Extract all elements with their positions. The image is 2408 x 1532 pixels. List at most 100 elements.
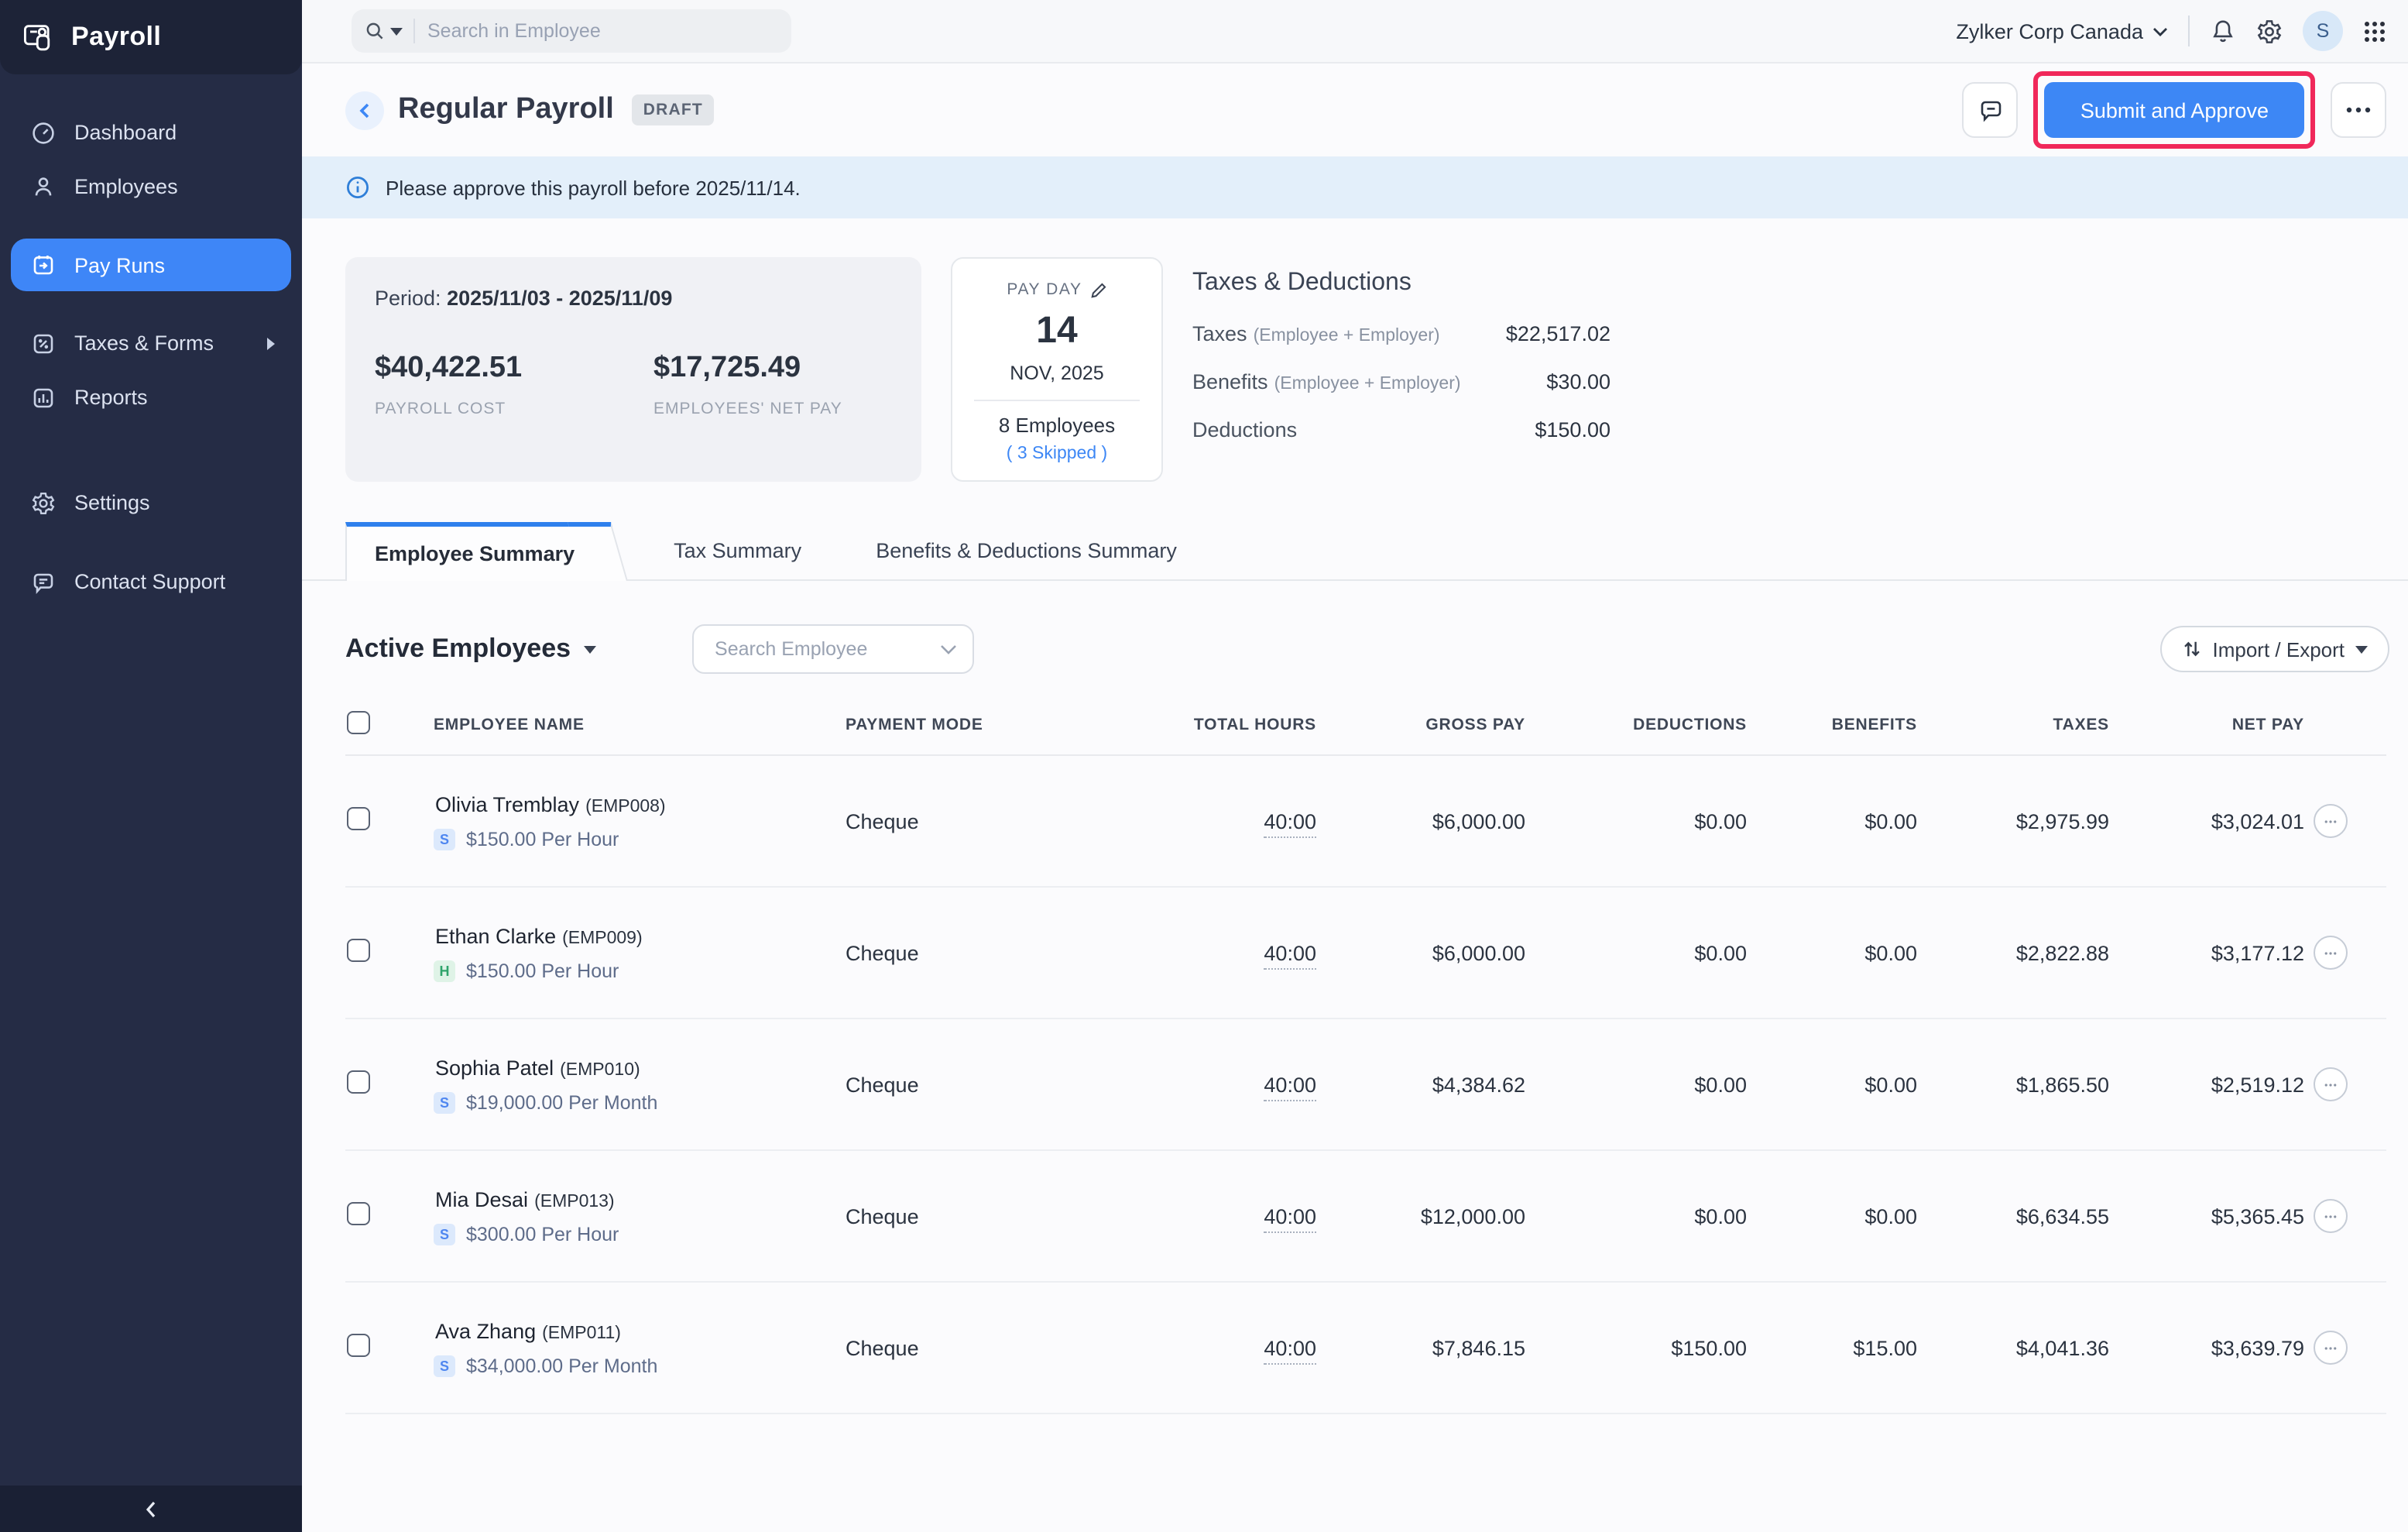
col-benefits: BENEFITS bbox=[1755, 696, 1925, 755]
search-scope-caret-icon[interactable] bbox=[390, 27, 403, 35]
row-checkbox[interactable] bbox=[347, 807, 370, 830]
employee-name[interactable]: Ethan Clarke(EMP009) bbox=[409, 924, 793, 947]
reports-icon bbox=[31, 385, 56, 410]
tab-employee-summary[interactable]: Employee Summary bbox=[345, 522, 596, 581]
gross-pay-cell: $4,384.62 bbox=[1324, 1018, 1533, 1150]
sidebar-item-settings[interactable]: Settings bbox=[0, 476, 302, 530]
gross-pay-cell: $7,846.15 bbox=[1324, 1282, 1533, 1413]
total-hours-link[interactable]: 40:00 bbox=[1264, 941, 1316, 969]
tab-benefits-deductions-summary[interactable]: Benefits & Deductions Summary bbox=[839, 522, 1214, 579]
payment-mode-cell: Cheque bbox=[794, 1282, 1011, 1413]
comments-button[interactable] bbox=[1963, 82, 2019, 138]
table-row: Ethan Clarke(EMP009) H $150.00 Per Hour … bbox=[345, 887, 2386, 1018]
sidebar-item-reports[interactable]: Reports bbox=[0, 370, 302, 424]
payment-mode-cell: Cheque bbox=[794, 887, 1011, 1018]
main-area: Search in Employee Zylker Corp Canada bbox=[302, 0, 2408, 1532]
employee-name[interactable]: Mia Desai(EMP013) bbox=[409, 1187, 793, 1211]
total-hours-link[interactable]: 40:00 bbox=[1264, 1336, 1316, 1364]
employee-code: (EMP009) bbox=[562, 929, 643, 947]
payroll-cost-value: $40,422.51 bbox=[375, 352, 653, 386]
row-menu-button[interactable] bbox=[2314, 1067, 2348, 1101]
filter-caret-icon bbox=[583, 645, 595, 653]
pay-type-badge: S bbox=[434, 1223, 455, 1245]
annotation-highlight-box: Submit and Approve bbox=[2034, 71, 2315, 149]
global-search-input[interactable]: Search in Employee bbox=[352, 9, 791, 53]
payment-mode-cell: Cheque bbox=[794, 1018, 1011, 1150]
pay-rate-line: S $34,000.00 Per Month bbox=[409, 1355, 793, 1376]
approval-banner: Please approve this payroll before 2025/… bbox=[302, 156, 2408, 218]
table-row: Mia Desai(EMP013) S $300.00 Per Hour Che… bbox=[345, 1150, 2386, 1282]
taxes-deductions-block: Taxes & Deductions Taxes (Employee + Emp… bbox=[1192, 257, 1610, 482]
select-chevron-icon bbox=[939, 644, 956, 654]
col-gross-pay: GROSS PAY bbox=[1324, 696, 1533, 755]
pay-rate: $34,000.00 Per Month bbox=[466, 1355, 657, 1376]
list-controls: Active Employees Search Employee bbox=[345, 624, 2389, 674]
row-checkbox[interactable] bbox=[347, 1070, 370, 1094]
employee-name[interactable]: Olivia Tremblay(EMP008) bbox=[409, 792, 793, 816]
deductions-cell: $0.00 bbox=[1533, 1018, 1755, 1150]
skipped-employees-link[interactable]: ( 3 Skipped ) bbox=[952, 445, 1161, 463]
pay-type-badge: S bbox=[434, 828, 455, 850]
payday-divider bbox=[974, 400, 1140, 401]
import-export-caret-icon bbox=[2355, 645, 2368, 653]
select-all-checkbox[interactable] bbox=[347, 711, 370, 734]
net-pay-cell: $3,024.01 bbox=[2117, 755, 2312, 887]
employee-name[interactable]: Sophia Patel(EMP010) bbox=[409, 1056, 793, 1079]
app-grid-icon[interactable] bbox=[2363, 19, 2386, 43]
net-pay-value: $17,725.49 bbox=[653, 352, 932, 386]
taxes-cell: $2,975.99 bbox=[1925, 755, 2117, 887]
pay-rate-line: S $300.00 Per Hour bbox=[409, 1223, 793, 1245]
search-employee-select[interactable]: Search Employee bbox=[691, 624, 973, 674]
content: Period: 2025/11/03 - 2025/11/09 $40,422.… bbox=[302, 218, 2408, 1532]
total-hours-link[interactable]: 40:00 bbox=[1264, 1204, 1316, 1232]
row-checkbox[interactable] bbox=[347, 1334, 370, 1357]
total-hours-link[interactable]: 40:00 bbox=[1264, 1073, 1316, 1101]
employee-code: (EMP008) bbox=[585, 797, 666, 816]
sidebar-item-employees[interactable]: Employees bbox=[0, 160, 302, 214]
back-button[interactable] bbox=[345, 91, 384, 129]
sidebar-item-dashboard[interactable]: Dashboard bbox=[0, 105, 302, 160]
user-avatar[interactable]: S bbox=[2303, 11, 2343, 51]
pay-runs-icon bbox=[31, 252, 56, 277]
edit-pencil-icon[interactable] bbox=[1090, 281, 1107, 298]
info-icon bbox=[345, 175, 370, 200]
sidebar-item-taxes-forms[interactable]: Taxes & Forms bbox=[0, 316, 302, 370]
sidebar-collapse-button[interactable] bbox=[0, 1486, 302, 1532]
total-hours-link[interactable]: 40:00 bbox=[1264, 809, 1316, 837]
tab-tax-summary[interactable]: Tax Summary bbox=[636, 522, 839, 579]
net-pay-cell: $5,365.45 bbox=[2117, 1150, 2312, 1282]
org-switcher[interactable]: Zylker Corp Canada bbox=[1956, 19, 2168, 43]
summary-tabs: Employee Summary Tax Summary Benefits & … bbox=[302, 522, 2408, 581]
employee-table-body: Olivia Tremblay(EMP008) S $150.00 Per Ho… bbox=[345, 755, 2386, 1413]
topbar-right-cluster: Zylker Corp Canada S bbox=[1956, 11, 2408, 51]
net-pay-label: EMPLOYEES' NET PAY bbox=[653, 400, 932, 418]
employees-icon bbox=[31, 174, 56, 199]
row-menu-button[interactable] bbox=[2314, 936, 2348, 970]
taxes-cell: $4,041.36 bbox=[1925, 1282, 2117, 1413]
col-net-pay: NET PAY bbox=[2117, 696, 2312, 755]
settings-gear-topbar-icon[interactable] bbox=[2256, 18, 2283, 44]
employee-filter-dropdown[interactable]: Active Employees bbox=[345, 634, 595, 665]
row-checkbox[interactable] bbox=[347, 1202, 370, 1225]
page-title: Regular Payroll bbox=[398, 93, 614, 127]
payroll-cost-label: PAYROLL COST bbox=[375, 400, 653, 418]
submit-and-approve-button[interactable]: Submit and Approve bbox=[2045, 82, 2304, 138]
benefits-cell: $15.00 bbox=[1755, 1282, 1925, 1413]
benefits-cell: $0.00 bbox=[1755, 1018, 1925, 1150]
page-header: Regular Payroll DRAFT Submit and Approve bbox=[302, 64, 2408, 156]
import-export-button[interactable]: Import / Export bbox=[2160, 626, 2390, 672]
more-actions-button[interactable] bbox=[2331, 82, 2386, 138]
payday-card: PAY DAY 14 NOV, 2025 8 Employees ( 3 Ski… bbox=[951, 257, 1163, 482]
sidebar-item-pay-runs[interactable]: Pay Runs bbox=[11, 239, 291, 291]
sidebar-item-contact-support[interactable]: Contact Support bbox=[0, 555, 302, 609]
row-menu-button[interactable] bbox=[2314, 804, 2348, 838]
notifications-bell-icon[interactable] bbox=[2210, 18, 2236, 44]
col-employee-name: EMPLOYEE NAME bbox=[407, 696, 794, 755]
row-checkbox[interactable] bbox=[347, 939, 370, 962]
row-menu-button[interactable] bbox=[2314, 1331, 2348, 1365]
table-header-row: EMPLOYEE NAME PAYMENT MODE TOTAL HOURS G… bbox=[345, 696, 2386, 755]
row-menu-button[interactable] bbox=[2314, 1199, 2348, 1233]
gross-pay-cell: $6,000.00 bbox=[1324, 887, 1533, 1018]
banner-text: Please approve this payroll before 2025/… bbox=[386, 176, 801, 199]
employee-name[interactable]: Ava Zhang(EMP011) bbox=[409, 1319, 793, 1342]
